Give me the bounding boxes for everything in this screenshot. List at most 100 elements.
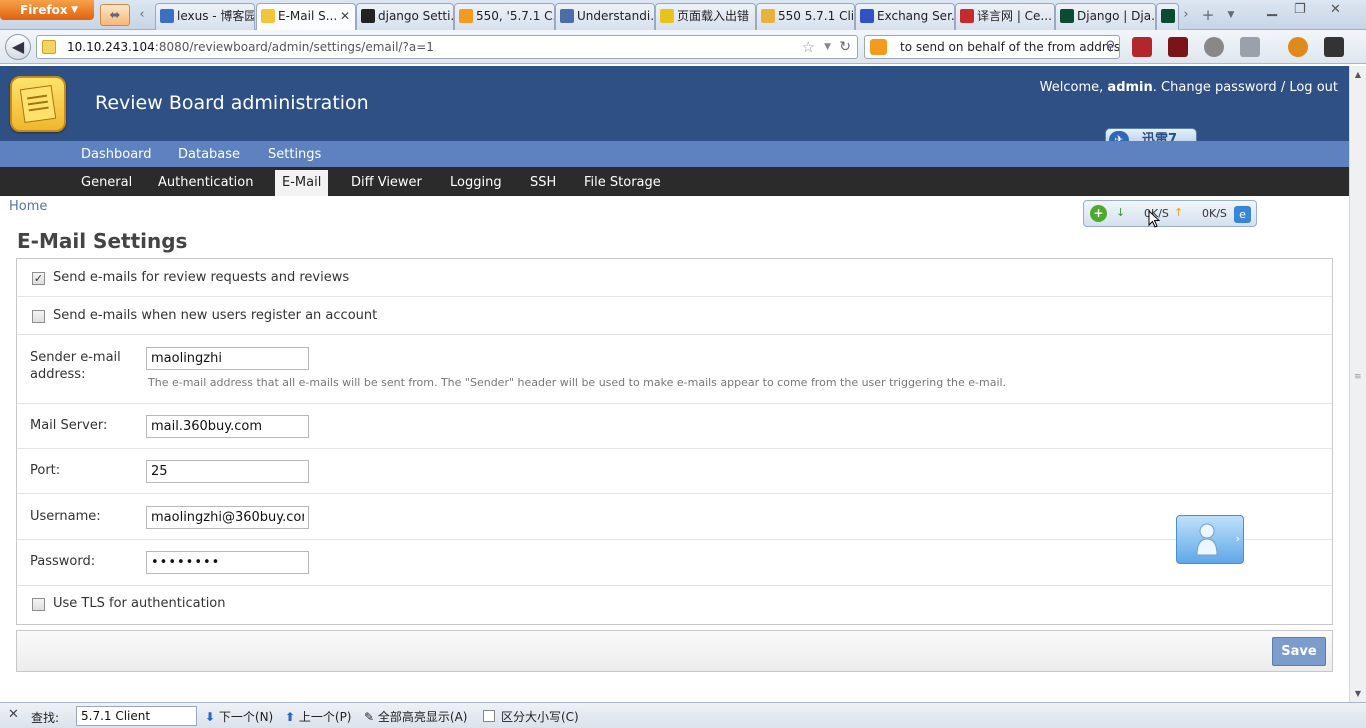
port-field[interactable]: [146, 460, 309, 483]
browser-tab[interactable]: 页面载入出错: [655, 3, 756, 30]
logout-link[interactable]: Log out: [1289, 80, 1338, 95]
back-arrow-icon: ◀: [11, 37, 25, 56]
find-next-label: 下一个(N): [218, 710, 274, 724]
password-field[interactable]: [146, 551, 309, 574]
chat-icon[interactable]: [1324, 37, 1344, 57]
nav-item-settings[interactable]: Settings: [268, 141, 321, 169]
download-speed-widget[interactable]: + ↓ 0K/S ↑ 0K/S e: [1083, 200, 1257, 227]
mail-server-label: Mail Server:: [30, 418, 108, 433]
firefox-menu-button[interactable]: Firefox ▼: [0, 0, 94, 20]
search-engine-icon[interactable]: [870, 39, 887, 55]
form-row: Use TLS for authentication: [17, 586, 1332, 624]
form-row: Password:: [17, 540, 1332, 586]
send-review-emails-checkbox[interactable]: ✓: [32, 272, 45, 285]
mail-server-field[interactable]: [146, 415, 309, 438]
send-review-emails-label[interactable]: Send e-mails for review requests and rev…: [53, 270, 349, 285]
tab-label: Understandi...: [577, 9, 655, 23]
match-case-label[interactable]: 区分大小写(C): [501, 708, 579, 725]
browser-nav-bar: ◀ 10.10.243.104:8080/reviewboard/admin/s…: [0, 30, 1366, 64]
tab-general[interactable]: General: [74, 167, 139, 198]
scroll-down-icon[interactable]: ▼: [1350, 685, 1366, 702]
url-host: 10.10.243.104: [67, 40, 155, 54]
save-button[interactable]: Save: [1272, 637, 1326, 666]
addon-globe-icon[interactable]: [1204, 37, 1224, 57]
tab-file-storage[interactable]: File Storage: [577, 167, 668, 198]
close-tab-icon[interactable]: ✕: [340, 4, 350, 28]
floating-contact-button[interactable]: ›: [1176, 515, 1244, 564]
tab-ssh[interactable]: SSH: [523, 167, 563, 198]
search-bar[interactable]: to send on behalf of the from address ⚲: [864, 35, 1120, 59]
send-new-user-emails-checkbox[interactable]: [32, 310, 45, 323]
browser-tab[interactable]: 译言网 | Ce...: [955, 3, 1055, 30]
mouse-cursor-icon: [1148, 210, 1160, 228]
site-favicon-icon: [42, 40, 56, 54]
restore-icon[interactable]: ❐: [1294, 2, 1306, 17]
browser-tab[interactable]: lexus - 博客园: [155, 3, 255, 30]
scroll-up-icon[interactable]: ▲: [1350, 66, 1366, 83]
browser-tab[interactable]: 550, '5.7.1 C...: [454, 3, 555, 30]
use-tls-label[interactable]: Use TLS for authentication: [53, 596, 226, 611]
browser-tab[interactable]: django Setti...: [356, 3, 454, 30]
sender-email-field[interactable]: [146, 347, 309, 370]
search-icon[interactable]: ⚲: [1105, 36, 1115, 58]
bookmarks-icon[interactable]: [1132, 37, 1152, 57]
back-button[interactable]: ◀: [5, 34, 31, 60]
username-link[interactable]: admin: [1107, 80, 1152, 95]
browser-tab-bar: Firefox ▼ ⬌ ‹ lexus - 博客园 E-Mail S... ✕ djan…: [0, 0, 1366, 31]
new-tab-icon[interactable]: +: [1199, 4, 1217, 26]
find-label: 查找:: [31, 711, 60, 725]
port-label: Port:: [30, 463, 61, 478]
send-new-user-emails-label[interactable]: Send e-mails when new users register an …: [53, 308, 377, 323]
tab-e-mail[interactable]: E-Mail: [275, 170, 329, 196]
scroll-grip-icon[interactable]: ≡: [1354, 372, 1362, 382]
url-history-dropdown-icon[interactable]: ▼: [824, 36, 831, 58]
separator: .: [1152, 80, 1157, 95]
browser-tab[interactable]: E-Mail S... ✕: [256, 3, 356, 31]
browser-tab[interactable]: 550 5.7.1 Cli...: [756, 3, 855, 30]
url-bar[interactable]: 10.10.243.104:8080/reviewboard/admin/set…: [36, 35, 858, 59]
match-case-checkbox[interactable]: [483, 710, 495, 722]
breadcrumb-home[interactable]: Home: [9, 199, 47, 214]
nav-item-database[interactable]: Database: [178, 141, 240, 169]
tab-favicon-icon: [1060, 9, 1074, 23]
tab-group-icon[interactable]: ⬌: [100, 4, 130, 26]
browser-tab[interactable]: dj: [1156, 3, 1179, 30]
close-window-icon[interactable]: ✕: [1330, 2, 1341, 17]
page-title: E-Mail Settings: [17, 229, 188, 253]
browser-e-icon[interactable]: e: [1234, 206, 1251, 223]
find-input[interactable]: 5.7.1 Client: [76, 706, 197, 726]
nav-item-dashboard[interactable]: Dashboard: [81, 141, 152, 169]
find-bar: ✕ 查找: 5.7.1 Client ⬇ 下一个(N) ⬆ 上一个(P) ✎ 全…: [0, 702, 1366, 728]
tab-logging[interactable]: Logging: [443, 167, 509, 198]
form-row: ✓ Send e-mails for review requests and r…: [17, 259, 1332, 297]
sender-email-help: The e-mail address that all e-mails will…: [148, 376, 1007, 389]
scroll-tabs-left-icon[interactable]: ‹: [134, 4, 150, 26]
find-next-button[interactable]: ⬇ 下一个(N): [205, 708, 273, 725]
change-password-link[interactable]: Change password: [1161, 80, 1277, 95]
find-prev-button[interactable]: ⬆ 上一个(P): [285, 708, 352, 725]
addon-gear-icon[interactable]: [1240, 37, 1260, 57]
tab-authentication[interactable]: Authentication: [151, 167, 260, 198]
close-find-bar-icon[interactable]: ✕: [8, 707, 19, 722]
vertical-scrollbar[interactable]: ▲ ≡ ▼: [1349, 66, 1366, 702]
highlighter-icon: ✎: [364, 710, 375, 724]
tab-label: 译言网 | Ce...: [977, 9, 1052, 23]
readability-icon[interactable]: [1168, 37, 1188, 57]
minimize-icon[interactable]: ▁: [1267, 2, 1277, 17]
tab-favicon-icon: [761, 9, 775, 23]
tab-label: 页面载入出错: [677, 9, 750, 23]
browser-tab[interactable]: Understandi...: [555, 3, 655, 30]
add-download-icon[interactable]: +: [1090, 205, 1107, 222]
use-tls-checkbox[interactable]: [32, 598, 45, 611]
tab-diff-viewer[interactable]: Diff Viewer: [344, 167, 429, 198]
list-all-tabs-icon[interactable]: ▼: [1222, 4, 1240, 26]
scroll-tabs-right-icon[interactable]: ›: [1178, 4, 1194, 26]
reload-icon[interactable]: ↻: [839, 36, 851, 58]
browser-tab[interactable]: Django | Dja...: [1055, 3, 1156, 30]
browser-tab[interactable]: Exchang Ser...: [855, 3, 955, 30]
highlight-all-button[interactable]: ✎ 全部高亮显示(A): [364, 708, 467, 725]
review-board-logo[interactable]: [10, 76, 66, 132]
username-field[interactable]: [146, 506, 309, 529]
addon-avatar-icon[interactable]: [1288, 37, 1308, 57]
bookmark-star-icon[interactable]: ☆: [802, 36, 815, 58]
